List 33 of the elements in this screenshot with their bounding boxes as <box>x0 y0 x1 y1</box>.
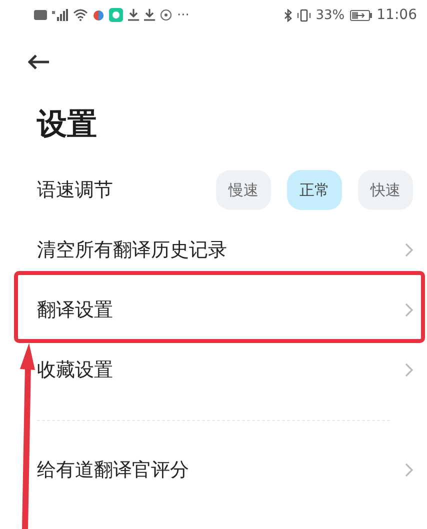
circle-icon <box>160 9 172 21</box>
vibrate-icon <box>296 8 311 22</box>
wifi-icon <box>73 9 88 21</box>
clock: 11:06 <box>376 7 417 23</box>
row-label: 收藏设置 <box>37 358 113 383</box>
bluetooth-icon <box>284 8 292 22</box>
download-icon <box>144 9 155 21</box>
page-title: 设置 <box>37 106 97 144</box>
signal-icon <box>52 9 68 21</box>
battery-charging-icon <box>350 10 372 20</box>
settings-row[interactable]: 收藏设置 <box>0 340 427 400</box>
speed-option[interactable]: 快速 <box>358 170 413 210</box>
row-label: 给有道翻译官评分 <box>37 458 189 483</box>
hd-icon <box>34 10 47 20</box>
row-label: 翻译设置 <box>37 298 113 323</box>
download-icon <box>128 9 139 21</box>
settings-row[interactable]: 给有道翻译官评分 <box>0 440 427 500</box>
settings-row[interactable]: 语速调节 慢速 正常 快速 <box>0 160 427 220</box>
chevron-right-icon <box>405 243 413 257</box>
row-label: 语速调节 <box>37 178 113 203</box>
chevron-right-icon <box>405 303 413 317</box>
more-indicator: ··· <box>177 8 190 22</box>
settings-row[interactable]: 清空所有翻译历史记录 <box>0 220 427 280</box>
app-icon <box>109 8 123 22</box>
back-arrow-icon[interactable] <box>28 54 50 70</box>
speed-option[interactable]: 正常 <box>287 170 342 210</box>
chevron-right-icon <box>405 463 413 477</box>
row-label: 清空所有翻译历史记录 <box>37 238 227 263</box>
chevron-right-icon <box>405 363 413 377</box>
speed-option[interactable]: 慢速 <box>216 170 271 210</box>
battery-percent: 33% <box>316 8 345 22</box>
app-icon <box>93 10 104 20</box>
settings-row[interactable]: 翻译设置 <box>0 280 427 340</box>
